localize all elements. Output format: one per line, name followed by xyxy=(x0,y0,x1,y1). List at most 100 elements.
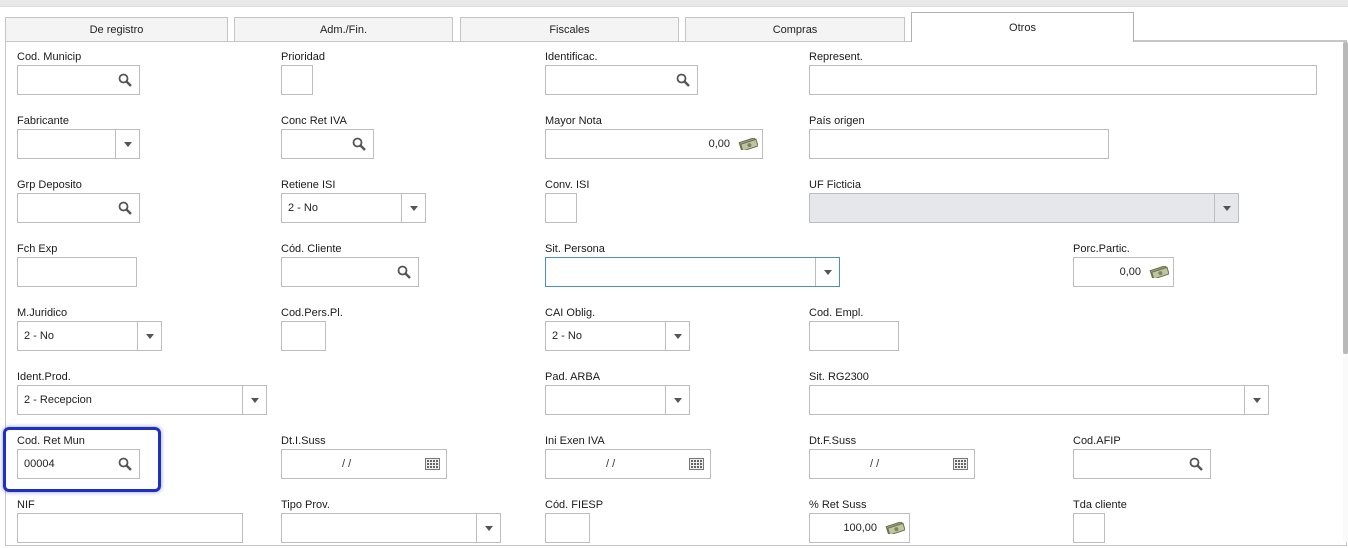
money-icon[interactable] xyxy=(738,138,758,150)
chevron-down-icon[interactable] xyxy=(1244,386,1268,414)
window-top-strip xyxy=(0,0,1348,7)
nif-input[interactable] xyxy=(17,513,243,543)
cod-ret-mun-value: 00004 xyxy=(24,458,55,470)
ini-exen-iva-input[interactable]: / / xyxy=(545,449,711,479)
ident-prod-label: Ident.Prod. xyxy=(17,371,71,383)
tda-cliente-input[interactable] xyxy=(1073,513,1105,543)
cod-ret-mun-label: Cod. Ret Mun xyxy=(17,435,85,447)
porc-partic-value: 0,00 xyxy=(1119,266,1141,278)
tipo-prov-label: Tipo Prov. xyxy=(281,499,330,511)
chevron-down-icon[interactable] xyxy=(476,514,500,542)
grp-deposito-label: Grp Deposito xyxy=(17,179,82,191)
conv-isi-label: Conv. ISI xyxy=(545,179,590,191)
pad-arba-select[interactable] xyxy=(545,385,690,415)
conv-isi-input[interactable] xyxy=(545,193,577,223)
ident-prod-select[interactable]: 2 - Recepcion xyxy=(17,385,267,415)
tab-divider xyxy=(1133,40,1347,41)
money-icon[interactable] xyxy=(885,522,905,534)
identificac-input[interactable] xyxy=(545,65,698,95)
ini-exen-iva-value: / / xyxy=(606,458,616,470)
fch-exp-input[interactable] xyxy=(17,257,137,287)
dt-i-suss-input[interactable]: / / xyxy=(281,449,447,479)
search-icon[interactable] xyxy=(397,265,411,279)
mayor-nota-input[interactable]: 0,00 xyxy=(545,129,763,159)
tab-otros[interactable]: Otros xyxy=(911,12,1134,42)
dt-i-suss-value: / / xyxy=(342,458,352,470)
cod-pers-pl-label: Cod.Pers.Pl. xyxy=(281,307,343,319)
search-icon[interactable] xyxy=(118,457,132,471)
cod-empl-input[interactable] xyxy=(809,321,899,351)
m-juridico-value: 2 - No xyxy=(24,330,54,342)
represent-label: Represent. xyxy=(809,51,863,63)
cod-fiesp-input[interactable] xyxy=(545,513,590,543)
cai-oblig-label: CAI Oblig. xyxy=(545,307,596,319)
sit-rg2300-label: Sit. RG2300 xyxy=(809,371,869,383)
chevron-down-icon[interactable] xyxy=(242,386,266,414)
chevron-down-icon[interactable] xyxy=(115,130,139,158)
search-icon[interactable] xyxy=(118,201,132,215)
calendar-icon[interactable] xyxy=(953,458,968,470)
search-icon[interactable] xyxy=(352,137,366,151)
dt-f-suss-value: / / xyxy=(870,458,880,470)
prioridad-input[interactable] xyxy=(281,65,313,95)
m-juridico-label: M.Juridico xyxy=(17,307,68,319)
prioridad-label: Prioridad xyxy=(281,51,326,63)
cod-ret-mun-input[interactable]: 00004 xyxy=(17,449,140,479)
tipo-prov-select[interactable] xyxy=(281,513,501,543)
search-icon[interactable] xyxy=(1189,457,1203,471)
cod-pers-pl-input[interactable] xyxy=(281,321,326,351)
money-icon[interactable] xyxy=(1149,266,1169,278)
cod-empl-label: Cod. Empl. xyxy=(809,307,864,319)
tab-de-registro[interactable]: De registro xyxy=(5,17,228,42)
pais-origen-input[interactable] xyxy=(809,129,1109,159)
search-icon[interactable] xyxy=(676,73,690,87)
chevron-down-icon[interactable] xyxy=(401,194,425,222)
dt-i-suss-label: Dt.I.Suss xyxy=(281,435,326,447)
porc-partic-label: Porc.Partic. xyxy=(1073,243,1130,255)
ident-prod-value: 2 - Recepcion xyxy=(24,394,92,406)
conc-ret-iva-label: Conc Ret IVA xyxy=(281,115,347,127)
retiene-isi-select[interactable]: 2 - No xyxy=(281,193,426,223)
cai-oblig-value: 2 - No xyxy=(552,330,582,342)
chevron-down-icon[interactable] xyxy=(137,322,161,350)
cod-municip-input[interactable] xyxy=(17,65,140,95)
tab-fiscales[interactable]: Fiscales xyxy=(460,17,679,42)
grp-deposito-input[interactable] xyxy=(17,193,140,223)
identificac-label: Identificac. xyxy=(545,51,598,63)
retiene-isi-value: 2 - No xyxy=(288,202,318,214)
porc-partic-input[interactable]: 0,00 xyxy=(1073,257,1174,287)
conc-ret-iva-input[interactable] xyxy=(281,129,374,159)
chevron-down-icon[interactable] xyxy=(665,322,689,350)
cod-fiesp-label: Cód. FIESP xyxy=(545,499,604,511)
ret-suss-label: % Ret Suss xyxy=(809,499,867,511)
uf-ficticia-label: UF Ficticia xyxy=(809,179,861,191)
cod-afip-input[interactable] xyxy=(1073,449,1211,479)
uf-ficticia-select[interactable] xyxy=(809,193,1239,223)
cod-afip-label: Cod.AFIP xyxy=(1073,435,1121,447)
mayor-nota-value: 0,00 xyxy=(708,138,730,150)
sit-persona-select[interactable] xyxy=(545,257,840,287)
calendar-icon[interactable] xyxy=(425,458,440,470)
fch-exp-label: Fch Exp xyxy=(17,243,58,255)
sit-rg2300-select[interactable] xyxy=(809,385,1269,415)
chevron-down-icon[interactable] xyxy=(665,386,689,414)
scrollbar-thumb[interactable] xyxy=(1343,42,1348,354)
cai-oblig-select[interactable]: 2 - No xyxy=(545,321,690,351)
ret-suss-input[interactable]: 100,00 xyxy=(809,513,910,543)
dt-f-suss-label: Dt.F.Suss xyxy=(809,435,857,447)
chevron-down-icon[interactable] xyxy=(1214,194,1238,222)
represent-input[interactable] xyxy=(809,65,1317,95)
fabricante-select[interactable] xyxy=(17,129,140,159)
mayor-nota-label: Mayor Nota xyxy=(545,115,602,127)
calendar-icon[interactable] xyxy=(689,458,704,470)
fabricante-label: Fabricante xyxy=(17,115,69,127)
m-juridico-select[interactable]: 2 - No xyxy=(17,321,162,351)
tab-compras[interactable]: Compras xyxy=(685,17,905,42)
dt-f-suss-input[interactable]: / / xyxy=(809,449,975,479)
pais-origen-label: País origen xyxy=(809,115,865,127)
sit-persona-label: Sit. Persona xyxy=(545,243,605,255)
search-icon[interactable] xyxy=(118,73,132,87)
tab-adm-fin[interactable]: Adm./Fin. xyxy=(234,17,453,42)
cod-cliente-input[interactable] xyxy=(281,257,419,287)
chevron-down-icon[interactable] xyxy=(815,258,839,286)
